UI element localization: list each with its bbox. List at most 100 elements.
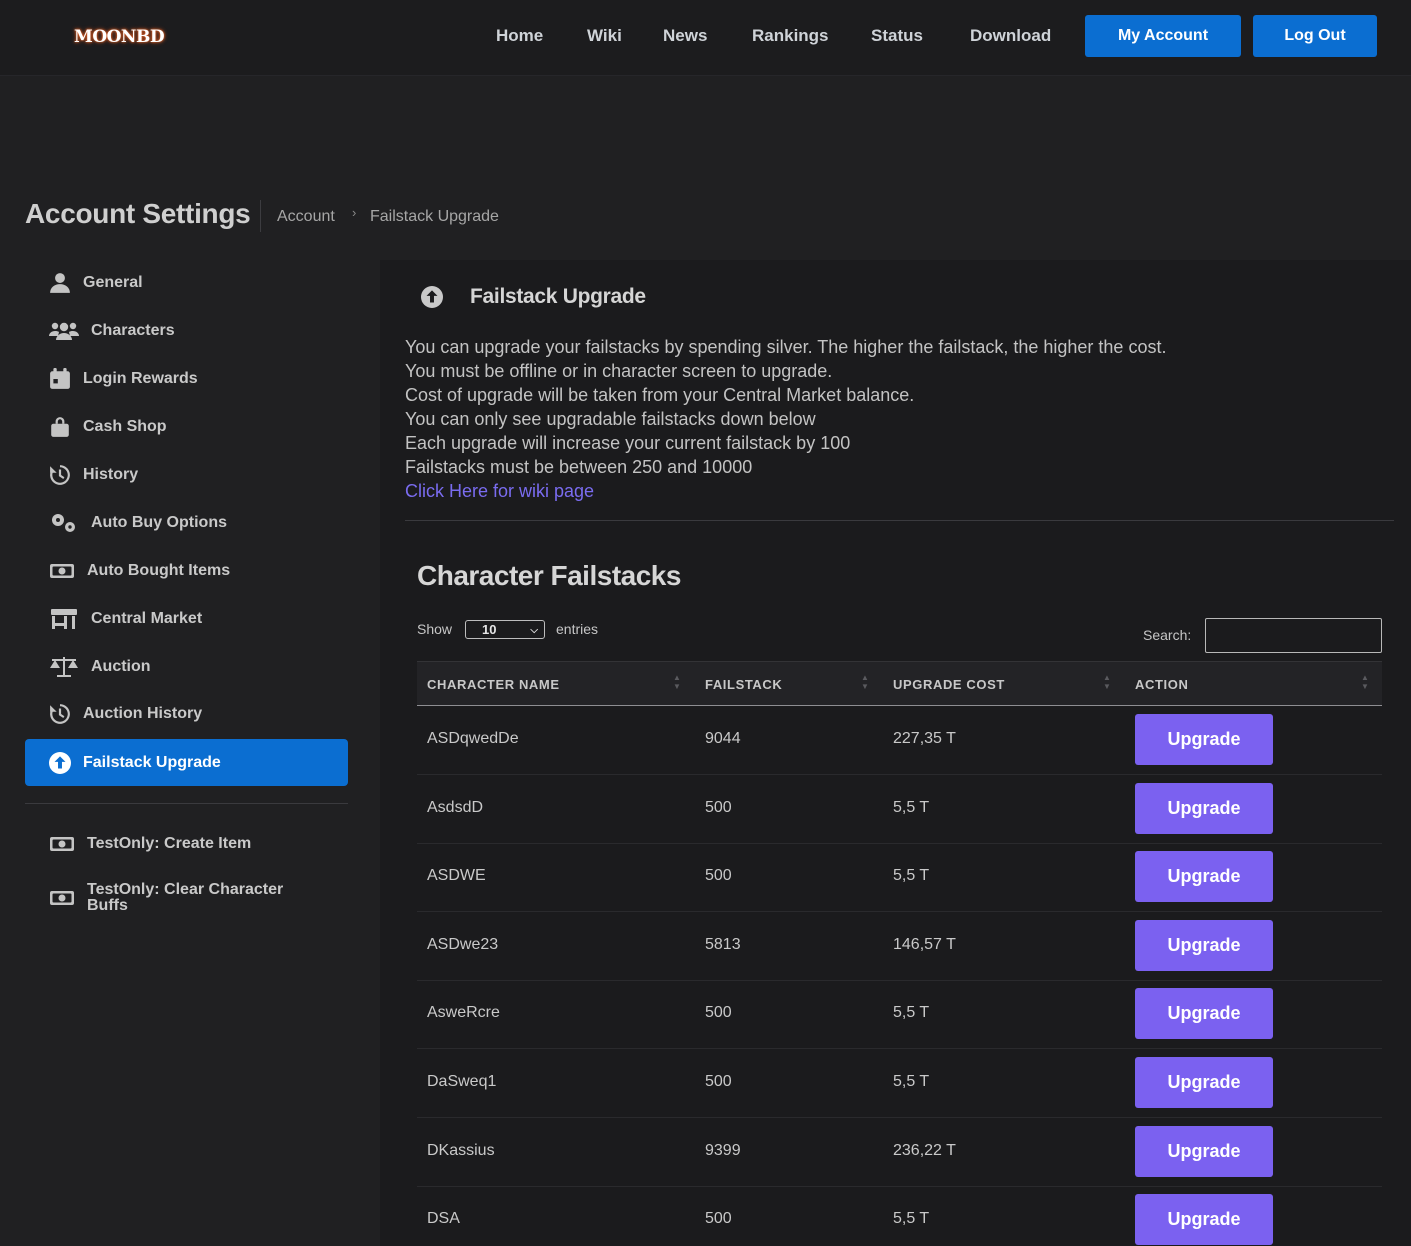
- arrow-up-circle-icon: [421, 286, 443, 308]
- cell-character-name: AsdsdD: [427, 799, 484, 816]
- info-text: Each upgrade will increase your current …: [405, 433, 851, 453]
- sort-icon[interactable]: ▲ ▼: [861, 673, 869, 691]
- sidebar-item-label: Auto Bought Items: [87, 562, 231, 579]
- nav-wiki[interactable]: Wiki: [587, 25, 622, 47]
- sort-icon[interactable]: ▲ ▼: [673, 673, 681, 691]
- sidebar-item-auction[interactable]: Auction: [25, 644, 348, 690]
- upgrade-button[interactable]: Upgrade: [1135, 783, 1273, 834]
- wiki-link[interactable]: Click Here for wiki page: [405, 479, 594, 503]
- cell-failstack: 9044: [705, 730, 741, 747]
- cell-character-name: DKassius: [427, 1142, 495, 1159]
- sidebar-item-auction-history[interactable]: Auction History: [25, 691, 348, 737]
- column-header-upgrade-cost[interactable]: UPGRADE COST: [893, 677, 1005, 692]
- breadcrumb-chevron-icon: ›: [352, 205, 357, 220]
- cell-character-name: AsweRcre: [427, 1004, 500, 1021]
- breadcrumb-current: Failstack Upgrade: [370, 208, 499, 225]
- nav-status[interactable]: Status: [871, 25, 923, 47]
- panel-divider: [405, 520, 1394, 521]
- sort-icon[interactable]: ▲ ▼: [1103, 673, 1111, 691]
- entries-select[interactable]: 10 ⌵: [465, 620, 545, 639]
- breadcrumb-account[interactable]: Account: [277, 208, 335, 226]
- cell-character-name: DSA: [427, 1210, 460, 1227]
- search-label: Search:: [1143, 627, 1192, 643]
- users-icon: [49, 320, 79, 342]
- table-row: DKassius 9399 236,22 T Upgrade: [417, 1118, 1382, 1187]
- info-text: You can upgrade your failstacks by spend…: [405, 337, 1167, 357]
- sidebar-item-label: TestOnly: Clear Character Buffs: [87, 881, 284, 914]
- cell-failstack: 500: [705, 1004, 732, 1021]
- upgrade-button[interactable]: Upgrade: [1135, 714, 1273, 765]
- sidebar-item-label: Auction History: [83, 705, 203, 722]
- upgrade-button[interactable]: Upgrade: [1135, 988, 1273, 1039]
- sidebar-item-cash-shop[interactable]: Cash Shop: [25, 404, 348, 450]
- cell-character-name: DaSweq1: [427, 1073, 497, 1090]
- site-logo[interactable]: MOONBD: [74, 22, 165, 52]
- cell-failstack: 5813: [705, 936, 741, 953]
- sidebar-divider: [25, 803, 348, 804]
- upgrade-button[interactable]: Upgrade: [1135, 1057, 1273, 1108]
- table-row: ASDwe23 5813 146,57 T Upgrade: [417, 912, 1382, 981]
- cell-upgrade-cost: 5,5 T: [893, 1004, 930, 1021]
- store-icon: [49, 608, 79, 630]
- upgrade-button[interactable]: Upgrade: [1135, 851, 1273, 902]
- column-header-failstack[interactable]: FAILSTACK: [705, 677, 782, 692]
- sidebar-item-history[interactable]: History: [25, 452, 348, 498]
- cell-failstack: 500: [705, 867, 732, 884]
- sidebar-item-label: Login Rewards: [83, 370, 198, 387]
- money-bill-icon: [49, 887, 75, 909]
- sidebar-item-test-clear-buffs[interactable]: TestOnly: Clear Character Buffs: [25, 873, 348, 923]
- table-row: DSA 500 5,5 T Upgrade: [417, 1186, 1382, 1246]
- sidebar-item-label: Cash Shop: [83, 418, 167, 435]
- scale-icon: [49, 656, 79, 678]
- entries-label: entries: [556, 621, 599, 637]
- table-row: ASDWE 500 5,5 T Upgrade: [417, 843, 1382, 912]
- nav-rankings[interactable]: Rankings: [752, 25, 829, 47]
- sidebar-item-login-rewards[interactable]: Login Rewards: [25, 356, 348, 402]
- shopping-bag-icon: [49, 416, 71, 438]
- cell-upgrade-cost: 5,5 T: [893, 799, 930, 816]
- info-text: You can only see upgradable failstacks d…: [405, 409, 816, 429]
- cell-upgrade-cost: 236,22 T: [893, 1142, 956, 1159]
- upgrade-button[interactable]: Upgrade: [1135, 920, 1273, 971]
- sidebar-item-central-market[interactable]: Central Market: [25, 596, 348, 642]
- user-icon: [49, 272, 71, 294]
- nav-download[interactable]: Download: [970, 25, 1051, 47]
- table-row: DaSweq1 500 5,5 T Upgrade: [417, 1049, 1382, 1118]
- sidebar-item-test-create-item[interactable]: TestOnly: Create Item: [25, 821, 348, 867]
- title-divider: [260, 200, 261, 232]
- upgrade-button[interactable]: Upgrade: [1135, 1194, 1273, 1245]
- sidebar-item-auto-buy-options[interactable]: Auto Buy Options: [25, 500, 348, 546]
- table-row: AsweRcre 500 5,5 T Upgrade: [417, 980, 1382, 1049]
- log-out-button[interactable]: Log Out: [1253, 15, 1377, 57]
- page-title: Account Settings: [25, 198, 251, 229]
- column-header-character-name[interactable]: CHARACTER NAME: [427, 677, 560, 692]
- cell-failstack: 500: [705, 799, 732, 816]
- info-text: You must be offline or in character scre…: [405, 361, 833, 381]
- sidebar-item-label: TestOnly: Create Item: [87, 835, 252, 852]
- sidebar-item-label: History: [83, 466, 139, 483]
- arrow-up-circle-icon: [49, 751, 71, 774]
- sidebar-item-characters[interactable]: Characters: [25, 308, 348, 354]
- cell-character-name: ASDqwedDe: [427, 730, 519, 747]
- nav-news[interactable]: News: [663, 25, 707, 47]
- sidebar-item-failstack-upgrade[interactable]: Failstack Upgrade: [25, 739, 348, 786]
- sidebar-item-label: Auction: [91, 658, 151, 675]
- sidebar-item-label: Failstack Upgrade: [83, 753, 221, 771]
- cell-failstack: 500: [705, 1210, 732, 1227]
- info-text: Failstacks must be between 250 and 10000: [405, 457, 753, 477]
- sidebar-item-auto-bought-items[interactable]: Auto Bought Items: [25, 548, 348, 594]
- money-bill-icon: [49, 833, 75, 855]
- show-label: Show: [417, 621, 453, 637]
- table-row: AsdsdD 500 5,5 T Upgrade: [417, 775, 1382, 844]
- cell-character-name: ASDWE: [427, 867, 486, 884]
- cell-upgrade-cost: 5,5 T: [893, 1210, 930, 1227]
- search-input[interactable]: [1205, 618, 1382, 653]
- info-text: Cost of upgrade will be taken from your …: [405, 385, 915, 405]
- nav-home[interactable]: Home: [496, 25, 543, 47]
- sidebar-item-general[interactable]: General: [25, 260, 348, 306]
- upgrade-button[interactable]: Upgrade: [1135, 1126, 1273, 1177]
- money-bill-icon: [49, 560, 75, 582]
- my-account-button[interactable]: My Account: [1085, 15, 1241, 57]
- column-header-action[interactable]: ACTION: [1135, 677, 1188, 692]
- sort-icon[interactable]: ▲ ▼: [1361, 673, 1369, 691]
